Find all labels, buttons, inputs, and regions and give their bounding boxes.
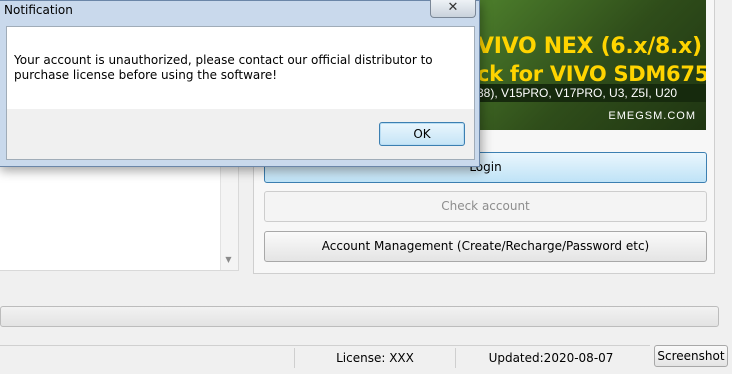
license-status: License: XXX	[336, 351, 414, 365]
progress-bar	[0, 306, 719, 327]
dialog-title: Notification	[4, 3, 73, 17]
dialog-message: Your account is unauthorized, please con…	[14, 53, 433, 82]
screenshot-button[interactable]: Screenshot	[654, 345, 728, 367]
account-management-button[interactable]: Account Management (Create/Recharge/Pass…	[264, 231, 707, 262]
status-separator	[294, 348, 295, 368]
banner-headline: VIVO NEX (6.x/8.x)	[477, 34, 702, 59]
banner-subheadline: ck for VIVO SDM675	[477, 62, 706, 86]
close-icon[interactable]: ✕	[430, 0, 476, 18]
check-account-button[interactable]: Check account	[264, 191, 707, 222]
updated-status: Updated:2020-08-07	[488, 351, 614, 365]
banner-brand: EMEGSM.COM	[608, 110, 696, 122]
chevron-down-icon[interactable]: ▼	[220, 252, 237, 268]
ok-button[interactable]: OK	[379, 122, 465, 146]
banner-models-text: 38), V15PRO, V17PRO, U3, Z5I, U20	[477, 86, 678, 100]
